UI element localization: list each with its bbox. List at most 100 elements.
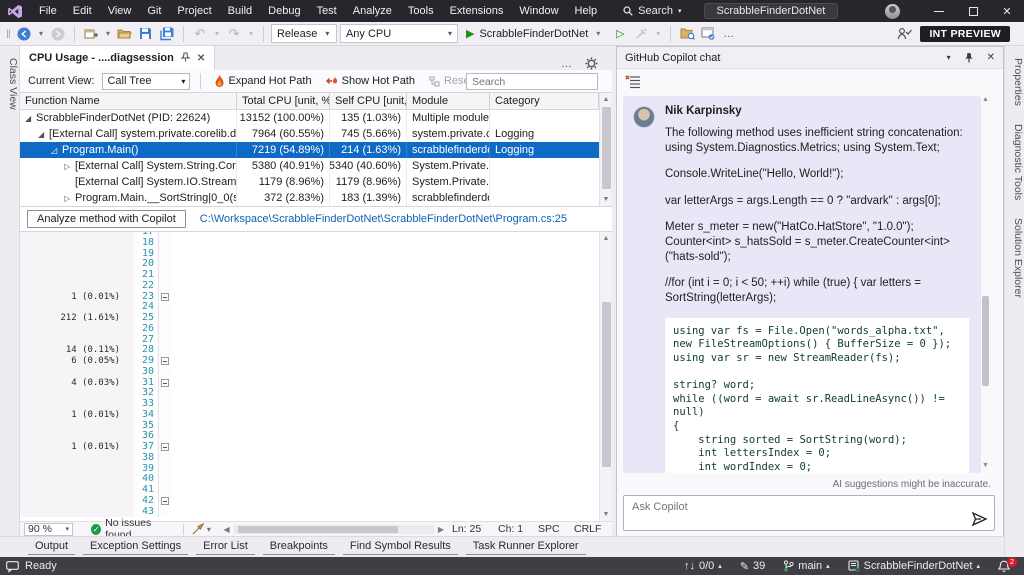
- code-line[interactable]: 212 (1.61%) 25: [20, 312, 599, 324]
- scroll-up-icon[interactable]: ▲: [600, 232, 612, 245]
- menu-extensions[interactable]: Extensions: [442, 0, 512, 22]
- table-row[interactable]: ◢ ScrabbleFinderDotNet (PID: 22624) 13152 …: [20, 110, 599, 126]
- new-project-button[interactable]: [82, 25, 100, 43]
- menu-analyze[interactable]: Analyze: [345, 0, 400, 22]
- menu-help[interactable]: Help: [567, 0, 606, 22]
- pin-icon[interactable]: [180, 51, 191, 65]
- panel-tab-task-runner-explorer[interactable]: Task Runner Explorer: [465, 539, 586, 555]
- platform-dropdown[interactable]: Any CPU ▾: [339, 24, 458, 43]
- fold-margin[interactable]: [158, 356, 171, 367]
- open-file-button[interactable]: [116, 25, 134, 43]
- scrollbar-thumb[interactable]: [982, 296, 989, 386]
- attach-to-process-button[interactable]: [632, 25, 650, 43]
- start-without-debugging-button[interactable]: ▷: [611, 25, 629, 43]
- pending-edits[interactable]: ✎ 39: [740, 560, 765, 573]
- fold-collapse-icon[interactable]: [161, 378, 169, 387]
- code-line[interactable]: 26: [20, 323, 599, 335]
- code-line[interactable]: 42: [20, 495, 599, 507]
- document-overflow-button[interactable]: …: [561, 58, 573, 70]
- code-line[interactable]: 14 (0.11%) 28: [20, 344, 599, 356]
- table-row[interactable]: ▷[External Call] System.String.Concat<T>…: [20, 158, 599, 174]
- code-cleanup-icon[interactable]: [192, 522, 205, 535]
- menu-file[interactable]: File: [31, 0, 65, 22]
- code-line[interactable]: 1 (0.01%) 37: [20, 441, 599, 453]
- scroll-up-icon[interactable]: ▲: [980, 96, 991, 107]
- panel-tab-breakpoints[interactable]: Breakpoints: [262, 539, 335, 555]
- code-line[interactable]: 4 (0.03%) 31: [20, 377, 599, 389]
- code-line[interactable]: 21: [20, 269, 599, 281]
- notifications-button[interactable]: 2: [997, 556, 1017, 573]
- code-line[interactable]: 38: [20, 452, 599, 464]
- col-function-name[interactable]: Function Name: [20, 93, 237, 109]
- fold-collapse-icon[interactable]: [161, 496, 169, 505]
- menu-view[interactable]: View: [100, 0, 140, 22]
- table-row[interactable]: ▷Program.Main.__SortString|0_0(string)37…: [20, 190, 599, 206]
- zoom-level-dropdown[interactable]: 90 % ▾: [24, 522, 73, 536]
- code-line[interactable]: 41: [20, 484, 599, 496]
- fold-collapse-icon[interactable]: [161, 443, 169, 451]
- send-icon[interactable]: [971, 511, 988, 527]
- code-line[interactable]: 35: [20, 420, 599, 432]
- code-line[interactable]: 39: [20, 463, 599, 475]
- feedback-icon[interactable]: [897, 27, 913, 40]
- back-dropdown[interactable]: ▾: [36, 29, 46, 38]
- maximize-button[interactable]: [956, 0, 990, 22]
- toolbar-grip[interactable]: ‖: [6, 27, 11, 41]
- new-project-dropdown[interactable]: ▾: [103, 29, 113, 38]
- clear-conversation-icon[interactable]: [625, 75, 641, 89]
- code-editor[interactable]: 1718192021221 (0.01%)2324212 (1.61%)2526…: [20, 232, 599, 521]
- code-line[interactable]: 30: [20, 366, 599, 378]
- tab-cpu-usage[interactable]: CPU Usage - ....diagsession ✕: [20, 46, 216, 70]
- scroll-left-icon[interactable]: ◀: [224, 525, 230, 534]
- col-self-cpu[interactable]: Self CPU [unit, %]: [330, 93, 407, 109]
- code-line[interactable]: 43: [20, 506, 599, 518]
- scrollbar-thumb[interactable]: [602, 107, 611, 189]
- fold-margin[interactable]: [158, 442, 171, 453]
- menu-build[interactable]: Build: [220, 0, 260, 22]
- editor-scrollbar[interactable]: ▲ ▼: [599, 232, 612, 521]
- panel-tab-find-symbol-results[interactable]: Find Symbol Results: [342, 539, 458, 555]
- save-button[interactable]: [137, 25, 155, 43]
- settings-gear-icon[interactable]: [585, 57, 598, 70]
- undo-button[interactable]: ↶: [191, 25, 209, 43]
- table-row[interactable]: ◢ [External Call] system.private.corelib.…: [20, 126, 599, 142]
- sidebar-tab-class-view[interactable]: Class View: [0, 54, 19, 114]
- horizontal-scrollbar[interactable]: [233, 524, 434, 534]
- undo-dropdown[interactable]: ▾: [212, 29, 222, 38]
- expand-hot-path-button[interactable]: Expand Hot Path: [211, 75, 315, 87]
- scrollbar-thumb[interactable]: [237, 525, 398, 533]
- scroll-down-icon[interactable]: ▼: [980, 462, 991, 473]
- code-line[interactable]: 20: [20, 258, 599, 270]
- sync-with-active-document-button[interactable]: [699, 25, 717, 43]
- code-line[interactable]: 19: [20, 248, 599, 260]
- scroll-up-icon[interactable]: ▲: [600, 93, 612, 106]
- find-in-files-button[interactable]: [678, 25, 696, 43]
- code-line[interactable]: 1 (0.01%) 34: [20, 409, 599, 421]
- close-panel-icon[interactable]: ✕: [987, 52, 995, 63]
- code-cleanup-dropdown[interactable]: ▾: [204, 525, 213, 534]
- minimize-button[interactable]: [922, 0, 956, 22]
- scrollbar-thumb[interactable]: [602, 302, 611, 467]
- tree-expander-icon[interactable]: ◢: [38, 130, 49, 139]
- attach-dropdown[interactable]: ▾: [653, 29, 663, 38]
- menu-git[interactable]: Git: [139, 0, 169, 22]
- toolbar-overflow-button[interactable]: …: [720, 25, 738, 43]
- code-line[interactable]: 6 (0.05%) 29: [20, 355, 599, 367]
- analyze-with-copilot-button[interactable]: Analyze method with Copilot: [27, 210, 186, 228]
- tree-expander-icon[interactable]: ◿: [51, 146, 62, 155]
- table-scrollbar[interactable]: ▲ ▼: [599, 93, 612, 206]
- sidebar-tab-diagnostic-tools[interactable]: Diagnostic Tools: [1005, 120, 1024, 204]
- scroll-down-icon[interactable]: ▼: [600, 508, 612, 521]
- message-bubble-icon[interactable]: [6, 560, 19, 573]
- repository-selector[interactable]: ScrabbleFinderDotNet ▴: [848, 560, 980, 572]
- chat-scrollbar[interactable]: ▲ ▼: [980, 96, 991, 473]
- redo-button[interactable]: ↷: [225, 25, 243, 43]
- tree-expander-icon[interactable]: ▷: [64, 194, 75, 203]
- window-position-dropdown[interactable]: ▾: [947, 53, 951, 62]
- sidebar-tab-properties[interactable]: Properties: [1005, 54, 1024, 110]
- fold-margin[interactable]: [158, 291, 171, 303]
- code-line[interactable]: 1 (0.01%) 23: [20, 291, 599, 303]
- menu-window[interactable]: Window: [511, 0, 566, 22]
- col-category[interactable]: Category: [490, 93, 599, 109]
- navigate-back-button[interactable]: [15, 25, 33, 43]
